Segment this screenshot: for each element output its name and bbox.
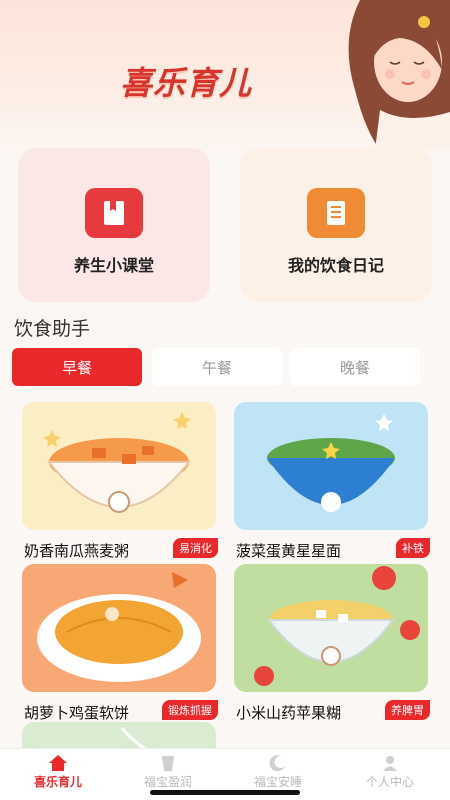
person-icon [340,753,440,773]
tab-breakfast[interactable]: 早餐 [12,348,142,386]
nav-home[interactable]: 喜乐育儿 [8,753,108,790]
tab-dinner[interactable]: 晚餐 [290,348,420,386]
moon-icon [228,753,328,773]
food-name: 菠菜蛋黄星星面 [236,542,342,560]
nav-cup[interactable]: 福宝盈润 [118,753,218,790]
food-image [22,402,216,530]
app-title: 喜乐育儿 [120,58,252,104]
health-class-label: 养生小课堂 [73,256,154,275]
nav-profile[interactable]: 个人中心 [340,753,440,790]
food-tag: 易消化 [173,538,218,558]
diet-diary-label: 我的饮食日记 [287,256,384,275]
meal-tabs: 早餐 午餐 晚餐 [12,348,422,386]
food-card[interactable]: 菠菜蛋黄星星面 补铁 [234,402,430,560]
food-name: 奶香南瓜燕麦粥 [24,542,130,560]
food-tag: 补铁 [396,538,430,558]
hero-banner: 喜乐育儿 [0,0,450,160]
book-icon [85,188,143,238]
food-image [22,564,216,692]
home-indicator [150,790,300,795]
nav-sleep-label: 福宝安睡 [253,775,302,789]
food-name: 胡萝卜鸡蛋软饼 [24,704,130,722]
app-title-text: 喜乐育儿 [120,64,253,102]
nav-profile-label: 个人中心 [365,775,414,789]
food-tag: 养脾胃 [385,700,430,720]
home-icon [8,753,108,773]
food-card[interactable]: 胡萝卜鸡蛋软饼 锻炼抓握 [22,564,218,722]
health-class-card[interactable]: 养生小课堂 [18,148,210,302]
section-title: 饮食助手 [14,318,91,340]
nav-cup-label: 福宝盈润 [143,775,192,789]
food-card[interactable]: 奶香南瓜燕麦粥 易消化 [22,402,218,560]
notepad-icon [307,188,365,238]
cup-icon [118,753,218,773]
nav-sleep[interactable]: 福宝安睡 [228,753,328,790]
food-tag: 锻炼抓握 [162,700,218,720]
tab-lunch[interactable]: 午餐 [152,348,282,386]
mother-illustration [348,0,450,150]
diet-diary-card[interactable]: 我的饮食日记 [240,148,432,302]
food-image [234,402,428,530]
food-image [234,564,428,692]
food-card[interactable]: 小米山药苹果糊 养脾胃 [234,564,430,722]
food-name: 小米山药苹果糊 [236,704,342,722]
nav-home-label: 喜乐育儿 [33,775,82,789]
